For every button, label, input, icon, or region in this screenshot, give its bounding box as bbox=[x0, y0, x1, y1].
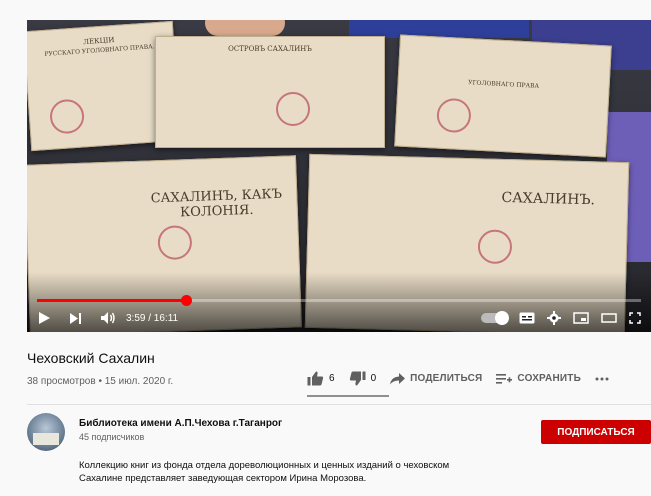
thumbs-up-icon bbox=[307, 371, 324, 386]
share-arrow-icon bbox=[390, 372, 406, 385]
subscriber-count: 45 подписчиков bbox=[79, 432, 145, 442]
time-display: 3:59 / 16:11 bbox=[126, 312, 179, 324]
divider bbox=[27, 404, 651, 405]
sentiment-bar bbox=[307, 395, 389, 397]
share-label: ПОДЕЛИТЬСЯ bbox=[410, 373, 483, 384]
sentiment-bar-likes bbox=[307, 395, 389, 397]
progress-played bbox=[37, 299, 186, 302]
video-frame[interactable]: ЛЕКЦIИ РУССКАГО УГОЛОВНАГО ПРАВА. ОСТРОВ… bbox=[27, 20, 651, 332]
autoplay-toggle[interactable] bbox=[481, 311, 509, 325]
miniplayer-icon[interactable] bbox=[573, 312, 589, 324]
thumbs-down-icon bbox=[349, 371, 366, 386]
video-player[interactable]: ЛЕКЦIИ РУССКАГО УГОЛОВНАГО ПРАВА. ОСТРОВ… bbox=[27, 20, 651, 332]
description-line-1: Коллекцию книг из фонда отдела дореволюц… bbox=[79, 460, 450, 471]
save-label: СОХРАНИТЬ bbox=[517, 373, 581, 384]
save-button[interactable]: СОХРАНИТЬ bbox=[496, 373, 581, 385]
like-count: 6 bbox=[329, 373, 335, 384]
video-stats: 38 просмотров • 15 июл. 2020 г. bbox=[27, 376, 174, 387]
book-title-right: САХАЛИНЪ. bbox=[501, 189, 596, 209]
channel-avatar[interactable] bbox=[27, 413, 65, 451]
dislike-count: 0 bbox=[370, 373, 377, 384]
play-icon[interactable] bbox=[37, 311, 51, 325]
video-description: Коллекцию книг из фонда отдела дореволюц… bbox=[79, 459, 549, 485]
subtitles-icon[interactable] bbox=[519, 312, 535, 324]
player-controls: 3:59 / 16:11 bbox=[27, 304, 651, 332]
book-top-right: УГОЛОВНАГО ПРАВА bbox=[394, 34, 612, 158]
book-title-left: САХАЛИНЪ, КАКЪ КОЛОНIЯ. bbox=[150, 186, 283, 221]
hand bbox=[205, 20, 285, 36]
action-bar: 6 0 ПОДЕЛИТЬСЯ СОХРАНИТЬ bbox=[307, 371, 609, 386]
video-title: Чеховский Сахалин bbox=[27, 350, 155, 366]
add-to-playlist-icon bbox=[496, 373, 513, 385]
subscribe-button[interactable]: ПОДПИСАТЬСЯ bbox=[541, 420, 651, 444]
more-actions-button[interactable] bbox=[595, 377, 609, 381]
progress-bar[interactable] bbox=[37, 295, 641, 306]
volume-icon[interactable] bbox=[100, 311, 116, 325]
description-line-2: Сахалине представляет заведующая секторо… bbox=[79, 473, 367, 484]
channel-name[interactable]: Библиотека имени А.П.Чехова г.Таганрог bbox=[79, 418, 282, 429]
more-horiz-icon bbox=[595, 377, 609, 381]
theater-mode-icon[interactable] bbox=[601, 312, 617, 324]
share-button[interactable]: ПОДЕЛИТЬСЯ bbox=[390, 372, 483, 385]
next-icon[interactable] bbox=[69, 312, 82, 325]
dislike-button[interactable]: 0 bbox=[349, 371, 377, 386]
book-top-middle: ОСТРОВЪ САХАЛИНЪ bbox=[155, 36, 385, 148]
like-button[interactable]: 6 bbox=[307, 371, 335, 386]
page: ЛЕКЦIИ РУССКАГО УГОЛОВНАГО ПРАВА. ОСТРОВ… bbox=[0, 0, 651, 496]
fullscreen-icon[interactable] bbox=[629, 312, 641, 324]
settings-gear-icon[interactable] bbox=[547, 311, 561, 325]
